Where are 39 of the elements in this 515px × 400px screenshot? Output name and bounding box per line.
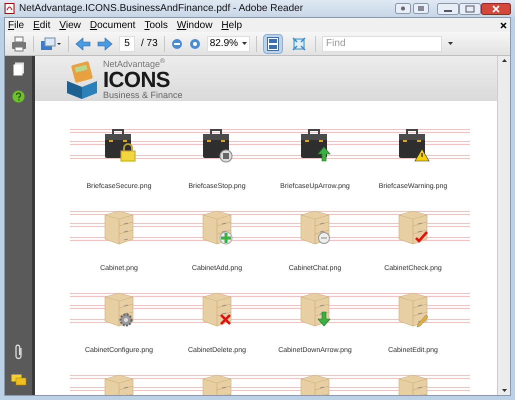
comments-icon[interactable] — [10, 374, 26, 387]
menu-item[interactable]: View — [59, 18, 81, 32]
close-icon[interactable] — [481, 2, 511, 14]
paperclip-icon[interactable] — [12, 344, 24, 360]
menu-item[interactable]: Edit — [33, 18, 50, 32]
window-title: NetAdvantage.ICONS.BusinessAndFinance.pdf - Adobe Reader — [19, 2, 304, 16]
right-arrow-icon[interactable] — [97, 36, 113, 50]
window-option-icon[interactable] — [395, 3, 411, 14]
find-field[interactable]: Find — [322, 36, 442, 52]
zoom-dropdown[interactable]: 82.9% — [206, 36, 250, 52]
window-option-icon[interactable] — [413, 3, 429, 14]
logo-brand: NetAdvantage$^{®}$ — [103, 60, 166, 68]
menu-item[interactable]: File — [8, 18, 24, 32]
help-icon[interactable] — [12, 90, 25, 103]
calculator-box-icon — [65, 58, 99, 98]
pages-icon[interactable] — [12, 62, 24, 76]
pdf-document-icon — [4, 3, 15, 14]
left-arrow-icon[interactable] — [75, 36, 91, 50]
logo-title: ICONS — [103, 68, 171, 90]
page-total: / 73 — [141, 37, 158, 51]
caret-icon[interactable] — [448, 42, 454, 45]
close-icon[interactable] — [500, 22, 507, 28]
zoom-in-icon[interactable] — [188, 38, 201, 50]
menu-item[interactable]: Tools — [144, 18, 168, 32]
scroll-up-icon[interactable] — [502, 59, 506, 62]
page-number-field[interactable]: 5 — [119, 36, 135, 52]
menu-item[interactable]: Document — [90, 18, 136, 32]
caret-icon — [242, 42, 248, 45]
email-icon[interactable] — [40, 36, 62, 52]
menu-item[interactable]: Window — [176, 18, 212, 32]
minimize-icon[interactable] — [437, 2, 459, 14]
printer-icon[interactable] — [11, 36, 27, 52]
scrollbar[interactable] — [497, 56, 510, 395]
single-page-view-button[interactable] — [263, 34, 284, 54]
logo-subtitle: Business & Finance — [103, 90, 183, 100]
menu-item[interactable]: Help — [221, 18, 242, 32]
scroll-down-icon[interactable] — [502, 389, 506, 392]
zoom-out-icon[interactable] — [170, 38, 183, 50]
maximize-icon[interactable] — [459, 2, 481, 14]
